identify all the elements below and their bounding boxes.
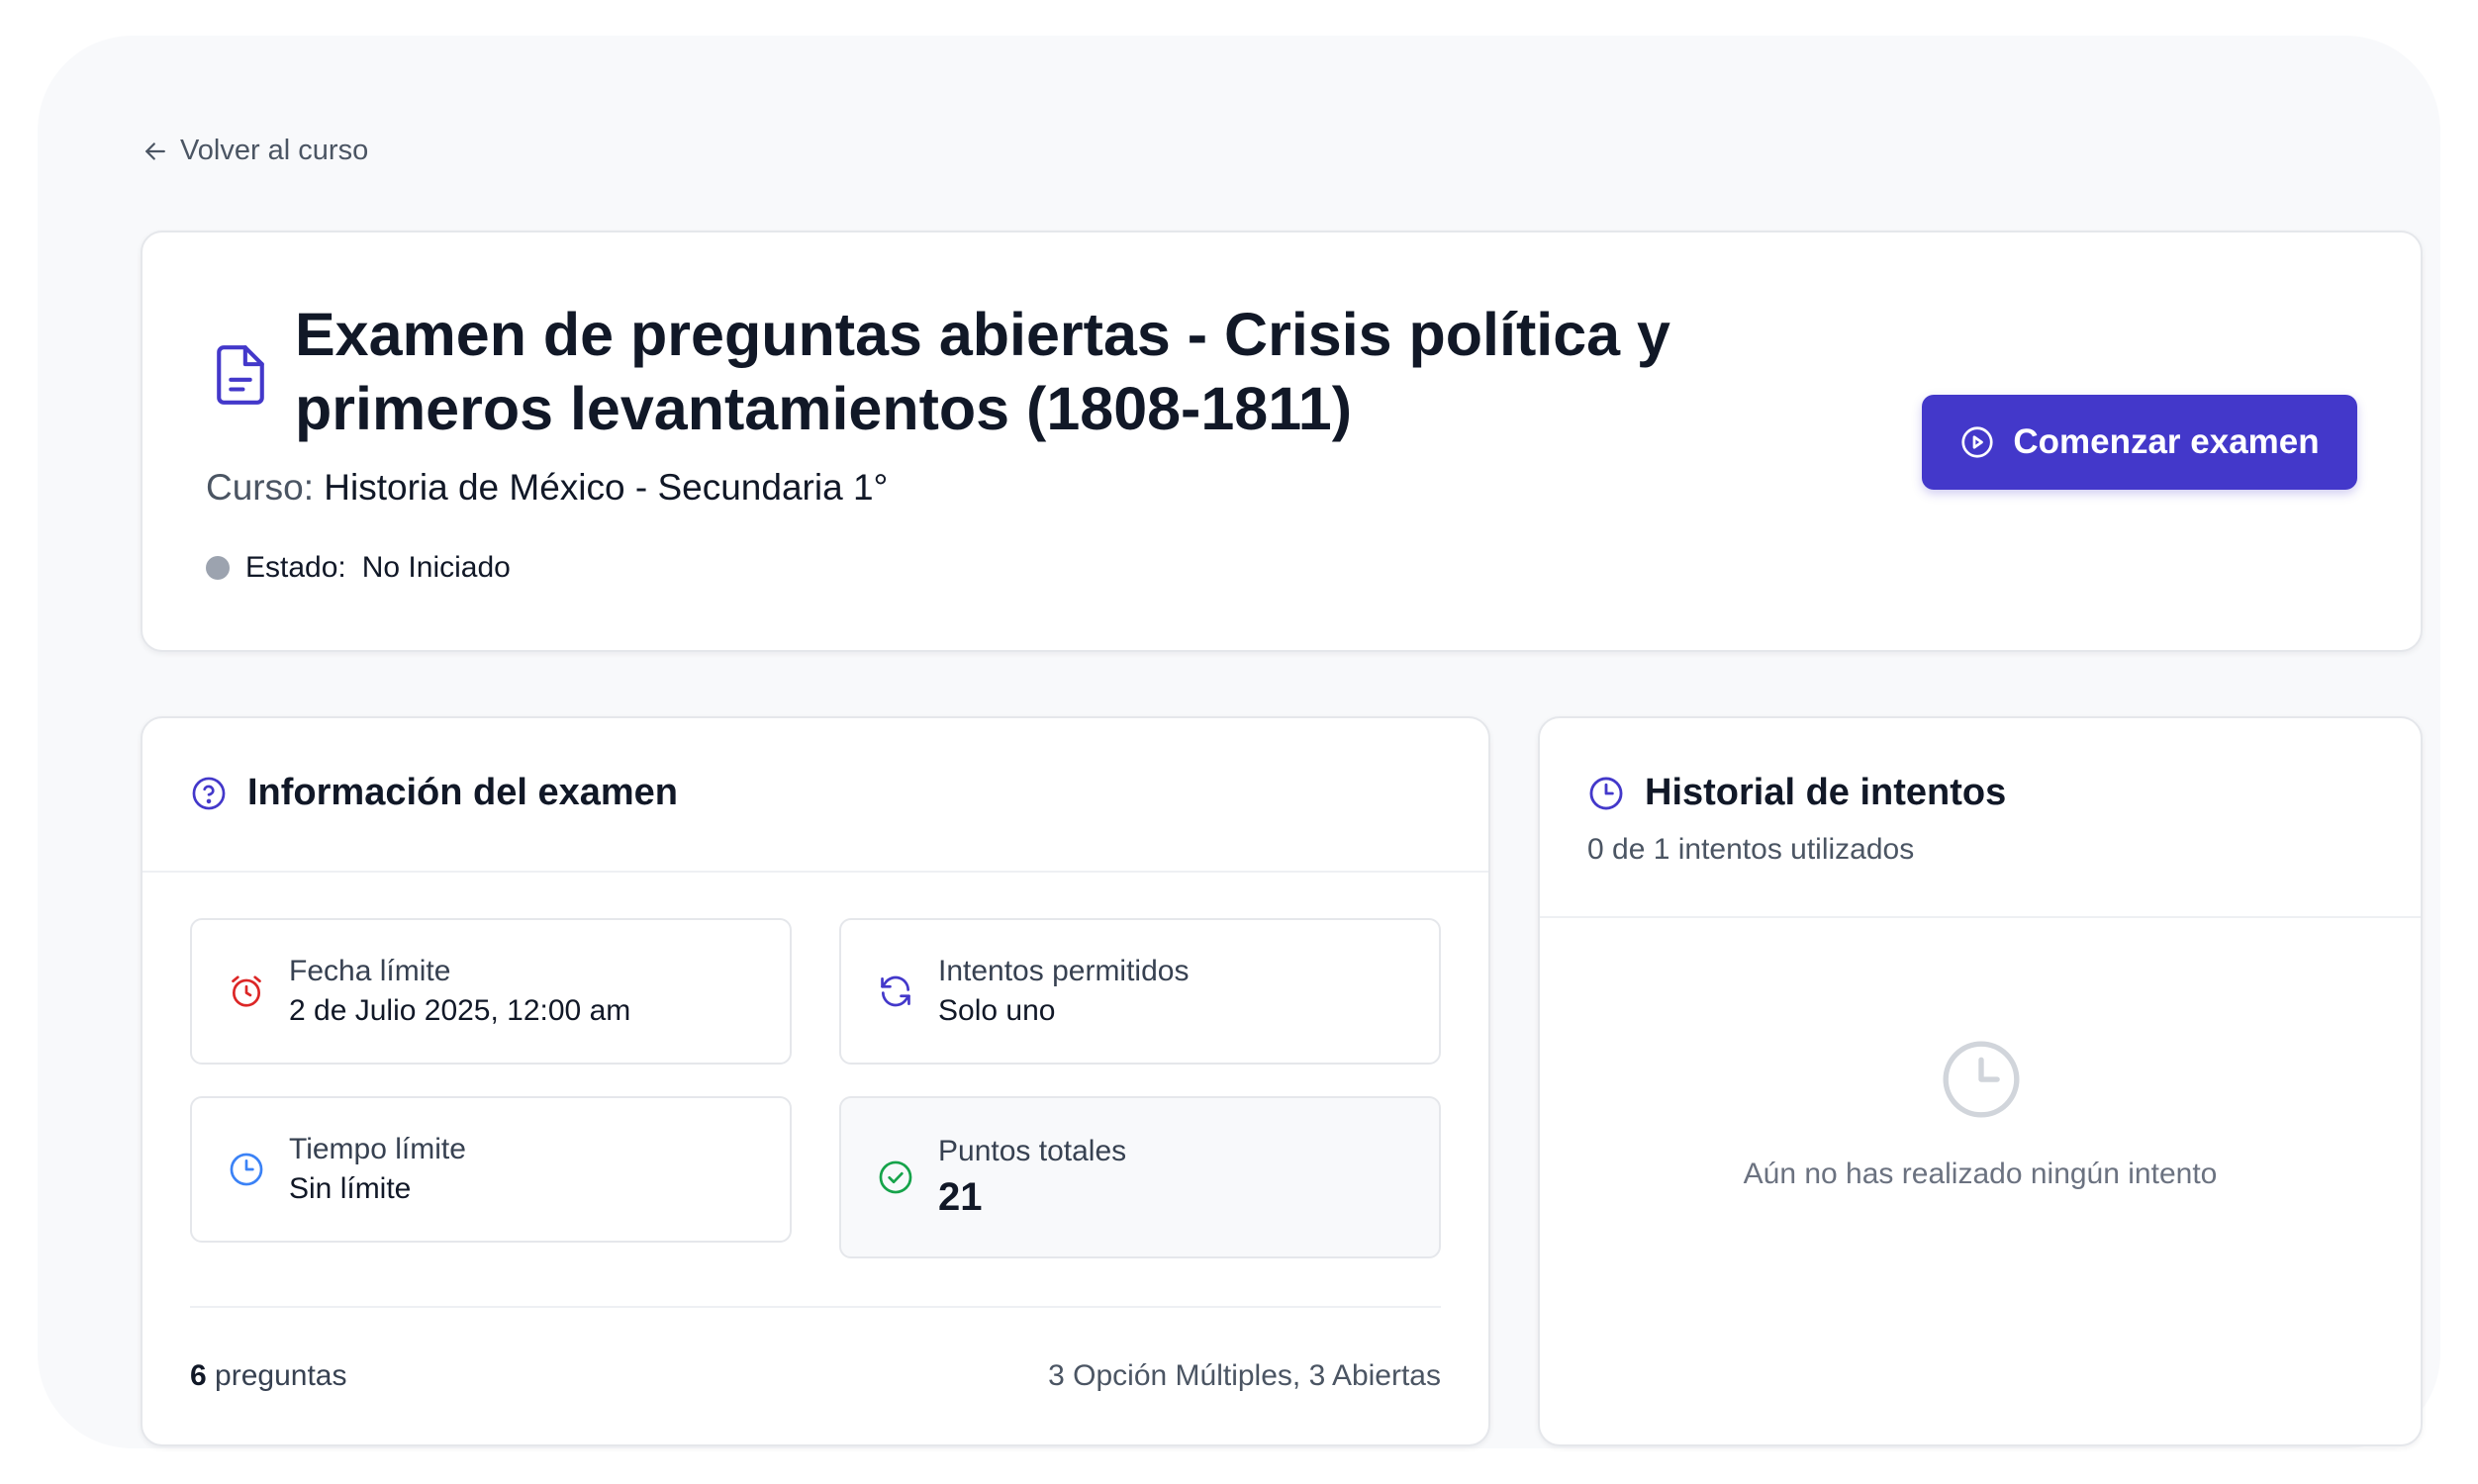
arrow-left-icon: [145, 141, 165, 160]
info-card-title: Información del examen: [247, 772, 679, 813]
time-limit-value: Sin límite: [289, 1172, 412, 1205]
info-card-header: Información del examen: [190, 772, 678, 814]
check-circle-icon: [879, 1160, 912, 1194]
back-to-course-link[interactable]: Volver al curso: [141, 135, 368, 167]
start-exam-button[interactable]: Comenzar examen: [1922, 395, 2357, 490]
question-count-number: 6: [190, 1359, 207, 1392]
status-value: No Iniciado: [361, 551, 511, 584]
play-circle-icon: [1961, 426, 1993, 458]
help-circle-icon: [192, 777, 226, 809]
exam-status: Estado: No Iniciado: [206, 549, 511, 587]
exam-header-card: Examen de preguntas abiertas - Crisis po…: [141, 231, 2423, 652]
alarm-clock-icon: [232, 975, 261, 1007]
document-icon: [217, 345, 264, 405]
page-frame: Volver al curso Examen de preguntas abie…: [38, 36, 2440, 1448]
deadline-tile: Fecha límite 2 de Julio 2025, 12:00 am: [190, 918, 792, 1065]
course-name: Historia de México - Secundaria 1°: [324, 467, 889, 508]
back-link-label: Volver al curso: [180, 135, 369, 166]
divider: [1540, 916, 2421, 918]
history-card-title: Historial de intentos: [1645, 772, 2007, 813]
attempts-used-text: 0 de 1 intentos utilizados: [1587, 833, 1915, 866]
start-exam-label: Comenzar examen: [2013, 422, 2320, 461]
clock-icon: [1589, 777, 1623, 809]
divider: [190, 1306, 1441, 1308]
attempts-value: Solo uno: [938, 994, 1056, 1027]
attempt-history-card: Historial de intentos 0 de 1 intentos ut…: [1538, 716, 2423, 1446]
empty-history-message: Aún no has realizado ningún intento: [1743, 1158, 2218, 1190]
divider: [143, 871, 1488, 873]
time-limit-tile: Tiempo límite Sin límite: [190, 1096, 792, 1243]
empty-clock-icon: [1943, 1041, 2020, 1118]
total-points-value: 21: [938, 1175, 983, 1219]
attempts-tile: Intentos permitidos Solo uno: [839, 918, 1441, 1065]
status-dot: [206, 556, 230, 580]
total-points-tile: Puntos totales 21: [839, 1096, 1441, 1258]
question-breakdown: 3 Opción Múltiples, 3 Abiertas: [1048, 1359, 1441, 1392]
deadline-label: Fecha límite: [289, 955, 451, 987]
exam-title: Examen de preguntas abiertas - Crisis po…: [295, 301, 1670, 442]
course-line: Curso: Historia de México - Secundaria 1…: [206, 466, 888, 510]
total-points-label: Puntos totales: [938, 1135, 1127, 1167]
history-card-header: Historial de intentos: [1587, 772, 2006, 814]
clock-icon: [230, 1153, 263, 1186]
attempts-label: Intentos permitidos: [938, 955, 1190, 987]
status-label: Estado:: [245, 551, 346, 584]
question-count-word: preguntas: [215, 1359, 347, 1392]
question-count: 6 preguntas: [190, 1359, 346, 1393]
refresh-icon: [881, 975, 910, 1007]
deadline-value: 2 de Julio 2025, 12:00 am: [289, 994, 631, 1027]
exam-info-card: Información del examen Fecha límite 2 de…: [141, 716, 1490, 1446]
time-limit-label: Tiempo límite: [289, 1133, 466, 1165]
course-label: Curso:: [206, 467, 314, 508]
